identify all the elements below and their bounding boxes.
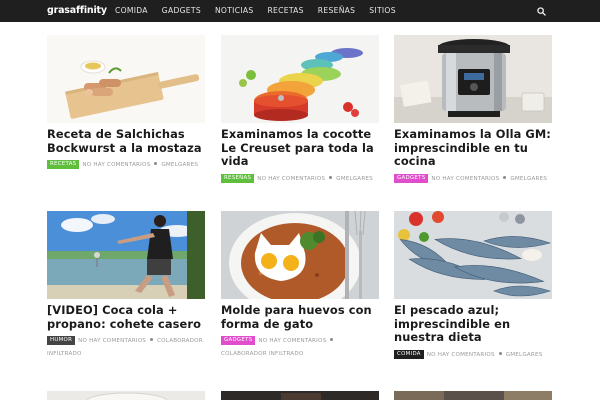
dark-food-image	[221, 391, 379, 400]
post-thumbnail[interactable]	[394, 211, 552, 299]
nav-item-sitios[interactable]: SITIOS	[362, 0, 403, 22]
post-thumbnail[interactable]	[47, 388, 205, 400]
category-badge[interactable]: HUMOR	[47, 336, 76, 346]
category-badge[interactable]: COMIDA	[394, 349, 424, 359]
comments-link[interactable]: NO HAY COMENTARIOS	[82, 162, 150, 168]
post-thumbnail[interactable]	[394, 388, 552, 400]
post-meta: GADGETS NO HAY COMENTARIOS COLABORADOR INF…	[221, 335, 379, 361]
comments-link[interactable]: NO HAY COMENTARIOS	[431, 176, 499, 182]
nav-item-gadgets[interactable]: GADGETS	[155, 0, 208, 22]
post-card: [VIDEO] Coca cola + propano: cohete case…	[47, 211, 205, 361]
author-link[interactable]: COLABORADOR INFILTRADO	[221, 351, 303, 357]
post-card: Examinamos la cocotte Le Creuset para to…	[221, 35, 379, 186]
nav-item-recetas[interactable]: RECETAS	[260, 0, 310, 22]
sausages-mustard-image	[47, 35, 205, 123]
separator-dot	[330, 338, 334, 342]
site-logo[interactable]: grasaffinity	[47, 0, 107, 22]
pressure-cooker-image	[394, 35, 552, 123]
nav-item-resenas[interactable]: RESEÑAS	[311, 0, 363, 22]
colorful-cocottes-image	[221, 35, 379, 123]
author-link[interactable]: GMELGARES	[506, 352, 543, 358]
comments-link[interactable]: NO HAY COMENTARIOS	[427, 352, 495, 358]
post-meta: HUMOR NO HAY COMENTARIOS COLABORADOR INFIL…	[47, 335, 205, 361]
post-meta: RESEÑAS NO HAY COMENTARIOS GMELGARES	[221, 173, 379, 186]
post-thumbnail[interactable]	[47, 35, 205, 123]
post-title[interactable]: Molde para huevos con forma de gato	[221, 303, 379, 331]
search-button[interactable]	[529, 0, 553, 22]
main-menu: COMIDA GADGETS NOTICIAS RECETAS RESEÑAS …	[108, 0, 403, 22]
post-thumbnail[interactable]	[221, 211, 379, 299]
author-link[interactable]: GMELGARES	[336, 176, 373, 182]
author-link[interactable]: GMELGARES	[161, 162, 198, 168]
category-badge[interactable]: GADGETS	[221, 336, 256, 346]
post-card: Examinamos la Olla GM: imprescindible en…	[394, 35, 552, 186]
comments-link[interactable]: NO HAY COMENTARIOS	[257, 176, 325, 182]
comments-link[interactable]: NO HAY COMENTARIOS	[78, 338, 146, 344]
post-title[interactable]: El pescado azul; imprescindible en nuest…	[394, 303, 552, 345]
search-icon	[536, 6, 546, 16]
post-thumbnail[interactable]	[394, 35, 552, 123]
post-card: Receta de Salchichas Bockwurst a la most…	[47, 35, 205, 172]
category-badge[interactable]: GADGETS	[394, 173, 429, 183]
post-card: El pescado azul; imprescindible en nuest…	[394, 211, 552, 362]
post-meta: GADGETS NO HAY COMENTARIOS GMELGARES	[394, 173, 552, 186]
dining-image	[394, 391, 552, 400]
post-thumbnail[interactable]	[221, 35, 379, 123]
separator-dot	[150, 338, 154, 342]
separator-dot	[329, 175, 333, 179]
post-meta: RECETAS NO HAY COMENTARIOS GMELGARES	[47, 159, 205, 172]
post-title[interactable]: Examinamos la Olla GM: imprescindible en…	[394, 127, 552, 169]
separator-dot	[503, 175, 507, 179]
blue-fish-image	[394, 211, 552, 299]
nav-item-noticias[interactable]: NOTICIAS	[208, 0, 261, 22]
cat-eggs-image	[221, 211, 379, 299]
post-title[interactable]: Receta de Salchichas Bockwurst a la most…	[47, 127, 205, 155]
post-card: Molde para huevos con forma de gato GADG…	[221, 211, 379, 361]
top-navigation-bar: grasaffinity COMIDA GADGETS NOTICIAS REC…	[0, 0, 600, 22]
separator-dot	[154, 162, 158, 166]
post-title[interactable]: Examinamos la cocotte Le Creuset para to…	[221, 127, 379, 169]
author-link[interactable]: GMELGARES	[510, 176, 547, 182]
lake-rocket-image	[47, 211, 205, 299]
category-badge[interactable]: RESEÑAS	[221, 173, 255, 183]
category-badge[interactable]: RECETAS	[47, 160, 80, 170]
post-meta: COMIDA NO HAY COMENTARIOS GMELGARES	[394, 349, 552, 362]
post-title[interactable]: [VIDEO] Coca cola + propano: cohete case…	[47, 303, 205, 331]
separator-dot	[498, 351, 502, 355]
post-thumbnail[interactable]	[221, 388, 379, 400]
post-thumbnail[interactable]	[47, 211, 205, 299]
bowl-image	[47, 391, 205, 400]
nav-item-comida[interactable]: COMIDA	[108, 0, 155, 22]
comments-link[interactable]: NO HAY COMENTARIOS	[258, 338, 326, 344]
